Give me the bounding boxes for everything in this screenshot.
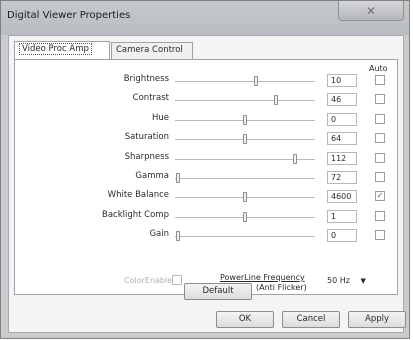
setting-value-field[interactable]: 0	[327, 112, 357, 126]
apply-button[interactable]: Apply	[348, 311, 406, 328]
video-proc-amp-panel: Auto Brightness 10 Contrast 46 Hue 0 Saturatio…	[14, 59, 398, 295]
setting-label: Backlight Comp	[102, 209, 169, 220]
setting-slider[interactable]	[175, 114, 315, 125]
auto-checkbox[interactable]	[375, 133, 385, 144]
setting-row: Gamma 72	[15, 171, 399, 185]
setting-slider[interactable]	[175, 231, 315, 242]
auto-checkbox[interactable]	[375, 210, 385, 221]
setting-row: Gain 0	[15, 229, 399, 243]
setting-row: Backlight Comp 1	[15, 209, 399, 224]
setting-slider[interactable]	[175, 192, 315, 203]
auto-checkbox[interactable]	[375, 75, 385, 85]
powerline-frequency-value: 50 Hz	[327, 276, 350, 285]
setting-value-field[interactable]: 72	[327, 171, 357, 184]
setting-slider[interactable]	[175, 134, 315, 145]
setting-label: Gamma	[135, 171, 169, 181]
color-enable-label: ColorEnable	[124, 276, 173, 285]
setting-row: Contrast 46	[15, 93, 399, 107]
setting-slider[interactable]	[175, 95, 315, 106]
auto-checkbox[interactable]	[375, 94, 385, 105]
window-title: Digital Viewer Properties	[7, 10, 131, 21]
default-button-label: Default	[202, 286, 234, 296]
setting-slider[interactable]	[175, 211, 315, 222]
setting-label: White Balance	[107, 190, 169, 201]
setting-value-field[interactable]: 64	[327, 132, 357, 146]
setting-label: Contrast	[132, 93, 169, 104]
auto-checkbox[interactable]	[375, 172, 385, 182]
powerline-frequency-select[interactable]: 50 Hz ▼	[327, 276, 366, 285]
setting-slider[interactable]	[175, 173, 315, 183]
cancel-button-label: Cancel	[296, 314, 326, 324]
tab-video-proc-amp[interactable]: Video Proc Amp	[14, 41, 110, 60]
setting-value-field[interactable]: 112	[327, 151, 357, 165]
auto-column-header: Auto	[369, 64, 388, 73]
color-enable-checkbox	[172, 275, 182, 285]
setting-label: Gain	[149, 229, 169, 240]
slider-thumb[interactable]	[175, 173, 180, 183]
slider-thumb[interactable]	[273, 95, 278, 106]
setting-slider[interactable]	[175, 153, 315, 164]
slider-thumb[interactable]	[243, 114, 247, 125]
close-button[interactable]: ✕	[338, 1, 404, 21]
auto-checkbox[interactable]	[375, 152, 385, 163]
setting-row: Sharpness 112	[15, 151, 399, 166]
dropdown-arrow-icon: ▼	[360, 277, 366, 285]
setting-value-field[interactable]: 46	[327, 93, 357, 107]
setting-label: Hue	[151, 112, 169, 123]
auto-checkbox[interactable]	[375, 230, 385, 241]
apply-button-label: Apply	[365, 314, 389, 324]
auto-checkbox[interactable]	[375, 113, 385, 124]
setting-label: Brightness	[123, 74, 169, 84]
slider-thumb[interactable]	[243, 192, 247, 203]
close-icon: ✕	[365, 3, 377, 18]
slider-thumb[interactable]	[293, 153, 298, 164]
cancel-button[interactable]: Cancel	[282, 311, 340, 328]
tab-camera-control[interactable]: Camera Control	[111, 42, 193, 59]
setting-row: Hue 0	[15, 112, 399, 127]
powerline-label-line1: PowerLine Frequency	[219, 273, 305, 282]
setting-label: Saturation	[124, 132, 169, 143]
setting-value-field[interactable]: 10	[327, 74, 357, 87]
setting-value-field[interactable]: 4600	[327, 190, 357, 204]
tab-label: Video Proc Amp	[19, 43, 92, 55]
setting-label: Sharpness	[124, 151, 169, 162]
dialog-body: Video Proc Amp Camera Control Auto Brigh…	[8, 35, 406, 333]
setting-row: Brightness 10	[15, 74, 399, 88]
auto-checkbox[interactable]: ✓	[375, 191, 385, 202]
setting-row: Saturation 64	[15, 132, 399, 146]
slider-thumb[interactable]	[243, 134, 247, 145]
ok-button-label: OK	[238, 314, 252, 324]
setting-value-field[interactable]: 1	[327, 209, 357, 223]
slider-thumb[interactable]	[175, 231, 180, 242]
slider-thumb[interactable]	[254, 76, 259, 86]
slider-thumb[interactable]	[243, 211, 247, 222]
default-button[interactable]: Default	[184, 283, 252, 300]
tab-label: Camera Control	[116, 45, 183, 55]
setting-slider[interactable]	[175, 76, 315, 86]
setting-value-field[interactable]: 0	[327, 229, 357, 243]
setting-row: White Balance 4600 ✓	[15, 190, 399, 204]
properties-dialog: Digital Viewer Properties ✕ Video Proc A…	[0, 0, 410, 339]
title-bar: Digital Viewer Properties ✕	[1, 1, 409, 35]
ok-button[interactable]: OK	[216, 311, 274, 328]
